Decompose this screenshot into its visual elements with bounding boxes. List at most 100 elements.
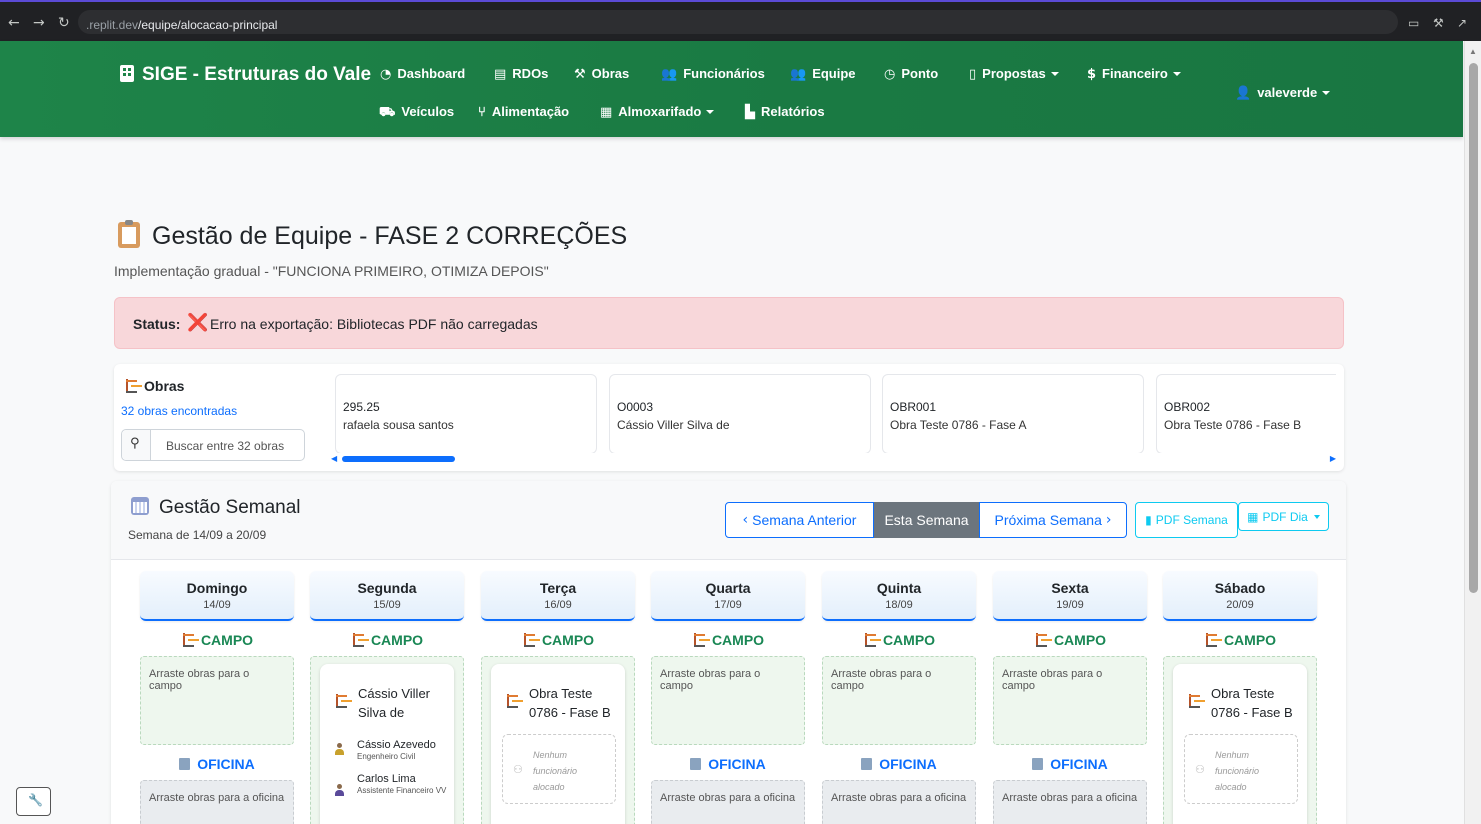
page-subtitle: Implementação gradual - "FUNCIONA PRIMEI… — [114, 263, 549, 279]
crane-icon — [334, 694, 348, 708]
day-header: Sábado 20/09 — [1163, 571, 1317, 621]
open-external-icon[interactable]: ↗ — [1457, 16, 1467, 30]
oficina-dropzone[interactable]: Arraste obras para a oficina — [140, 780, 294, 824]
assigned-obra-name: Cássio Viller Silva de — [358, 686, 431, 720]
obra-card[interactable]: 295.25 rafaela sousa santos — [335, 374, 597, 454]
obra-name: Obra Teste 0786 - Fase A — [890, 418, 1027, 432]
day-header: Segunda 15/09 — [310, 571, 464, 621]
back-icon[interactable]: ← — [8, 15, 20, 31]
obra-card[interactable]: O0003 Cássio Viller Silva de — [609, 374, 871, 454]
obra-assignment-card[interactable]: Obra Teste 0786 - Fase B ⚇ Nenhum funcio… — [1173, 664, 1307, 824]
nav-ponto[interactable]: ◷ Ponto — [884, 66, 938, 82]
day-column-domingo: Domingo 14/09 CAMPO Arraste obras para o … — [140, 571, 294, 824]
this-week-button[interactable]: Esta Semana — [874, 502, 979, 538]
campo-dropzone[interactable]: Arraste obras para o campo — [993, 656, 1147, 745]
crane-icon — [505, 694, 519, 708]
nav-alimentacao[interactable]: ⑂ Alimentação — [478, 104, 569, 120]
day-name: Segunda — [357, 580, 417, 596]
day-column-sabado: Sábado 20/09 CAMPO Obra Teste 0786 - Fase… — [1163, 571, 1317, 824]
obras-scrollbar[interactable]: ◀ ▶ — [331, 453, 1336, 465]
obra-assignment-card[interactable]: Cássio Viller Silva de Cássio Azevedo Eng… — [320, 664, 454, 824]
cast-icon[interactable]: ▭ — [1408, 16, 1419, 30]
campo-dropzone[interactable]: Arraste obras para o campo — [140, 656, 294, 745]
scroll-up-icon[interactable]: ▲ — [1469, 47, 1477, 56]
tools-icon[interactable]: ⚒ — [1433, 16, 1444, 30]
campo-label: CAMPO — [993, 632, 1147, 650]
nav-veiculos[interactable]: ⛟ Veículos — [379, 104, 454, 122]
calendar-icon — [131, 497, 149, 515]
next-week-button[interactable]: Próxima Semana › — [979, 502, 1127, 538]
prev-week-button[interactable]: ‹ Semana Anterior — [725, 502, 874, 538]
oficina-label: OFICINA — [140, 756, 294, 774]
brand[interactable]: SIGE - Estruturas do Vale — [120, 64, 371, 86]
nav-almoxarifado[interactable]: ▦ Almoxarifado — [600, 104, 715, 120]
campo-dropzone[interactable]: Arraste obras para o campo — [822, 656, 976, 745]
scroll-thumb[interactable] — [1469, 63, 1478, 593]
obra-card[interactable]: OBR002 Obra Teste 0786 - Fase B — [1156, 374, 1336, 454]
scroll-right-icon[interactable]: ▶ — [1330, 454, 1336, 463]
day-name: Terça — [539, 580, 577, 596]
oficina-dropzone[interactable]: Arraste obras para a oficina — [822, 780, 976, 824]
nav-financeiro[interactable]: $ Financeiro — [1087, 66, 1181, 82]
oficina-label: OFICINA — [993, 756, 1147, 774]
campo-dropzone[interactable]: Arraste obras para o campo — [651, 656, 805, 745]
clipboard-icon — [118, 220, 140, 248]
error-icon: ❌ — [187, 313, 209, 333]
nav-dashboard[interactable]: ◔ Dashboard — [380, 66, 465, 82]
campo-dropzone[interactable]: Cássio Viller Silva de Cássio Azevedo Eng… — [310, 656, 464, 824]
nav-funcionarios[interactable]: 👥 Funcionários — [661, 66, 765, 82]
campo-dropzone[interactable]: Obra Teste 0786 - Fase B ⚇ Nenhum funcio… — [481, 656, 635, 824]
devtools-button[interactable]: 🔧 — [16, 787, 51, 816]
day-date: 14/09 — [203, 599, 231, 611]
crane-icon — [1204, 633, 1218, 647]
campo-label: CAMPO — [651, 632, 805, 650]
oficina-dropzone[interactable]: Arraste obras para a oficina — [993, 780, 1147, 824]
day-header: Domingo 14/09 — [140, 571, 294, 621]
oficina-dropzone[interactable]: Arraste obras para a oficina — [651, 780, 805, 824]
hammer-icon: ⚒ — [574, 67, 586, 82]
person-icon — [334, 743, 344, 755]
campo-label: CAMPO — [481, 632, 635, 650]
campo-dropzone[interactable]: Obra Teste 0786 - Fase B ⚇ Nenhum funcio… — [1163, 656, 1317, 824]
dollar-icon: $ — [1087, 67, 1097, 82]
person-icon — [334, 784, 344, 796]
url-text[interactable]: .replit.dev/equipe/alocacao-principal — [86, 18, 277, 32]
utensils-icon: ⑂ — [478, 105, 486, 120]
crane-icon — [692, 633, 706, 647]
nav-propostas[interactable]: ▯ Propostas — [969, 66, 1059, 82]
user-menu[interactable]: 👤 valeverde — [1235, 85, 1331, 101]
pdf-week-button[interactable]: ▮ PDF Semana — [1135, 502, 1238, 538]
nav-obras[interactable]: ⚒ Obras — [574, 66, 629, 82]
scroll-thumb[interactable] — [342, 456, 455, 462]
page-scrollbar[interactable]: ▲ — [1464, 41, 1481, 824]
obras-count: 32 obras encontradas — [121, 404, 238, 418]
reload-icon[interactable]: ↻ — [58, 15, 70, 31]
forward-icon[interactable]: → — [33, 15, 45, 31]
obra-card[interactable]: OBR001 Obra Teste 0786 - Fase A — [882, 374, 1144, 454]
no-staff-text: Nenhum funcionário alocado — [533, 750, 578, 792]
chevron-down-icon — [1313, 514, 1320, 519]
pdf-day-button[interactable]: ▦ PDF Dia — [1238, 502, 1329, 531]
day-date: 20/09 — [1226, 599, 1254, 611]
nav-relatorios[interactable]: ▙ Relatórios — [745, 104, 825, 120]
day-date: 15/09 — [373, 599, 401, 611]
search-button[interactable]: ⚲ — [122, 430, 151, 460]
building-icon — [690, 758, 702, 770]
search-input[interactable]: Buscar entre 32 obras — [166, 439, 284, 453]
day-date: 17/09 — [714, 599, 742, 611]
oficina-label: OFICINA — [651, 756, 805, 774]
obras-search[interactable]: ⚲ Buscar entre 32 obras — [121, 429, 305, 461]
employee-item[interactable]: Carlos Lima Assistente Financeiro VV — [357, 773, 452, 795]
status-label: Status: — [133, 316, 181, 332]
employee-item[interactable]: Cássio Azevedo Engenheiro Civil — [357, 739, 436, 761]
nav-equipe[interactable]: 👥 Equipe — [790, 66, 856, 82]
obra-assignment-card[interactable]: Obra Teste 0786 - Fase B ⚇ Nenhum funcio… — [491, 664, 625, 824]
crane-icon — [181, 633, 195, 647]
obras-panel: Obras 32 obras encontradas ⚲ Buscar entr… — [114, 364, 1344, 471]
main-navbar: SIGE - Estruturas do Vale ◔ Dashboard ▤ RD… — [0, 41, 1463, 137]
day-header: Sexta 19/09 — [993, 571, 1147, 621]
obra-name: Obra Teste 0786 - Fase B — [1164, 418, 1302, 432]
scroll-left-icon[interactable]: ◀ — [331, 454, 337, 463]
clock-icon: ◷ — [884, 67, 896, 82]
nav-rdos[interactable]: ▤ RDOs — [494, 66, 548, 82]
